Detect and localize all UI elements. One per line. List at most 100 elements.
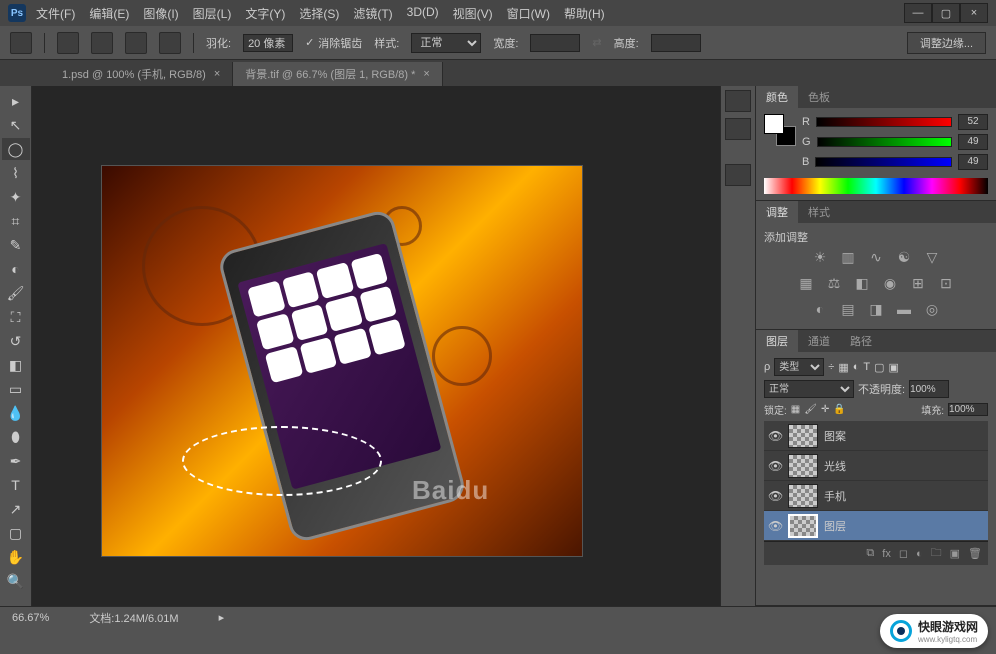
link-layers-icon[interactable]: ⧉: [866, 547, 874, 560]
invert-icon[interactable]: ◐: [811, 301, 829, 319]
menu-edit[interactable]: 编辑(E): [89, 5, 129, 22]
refine-edge-button[interactable]: 调整边缘...: [907, 32, 986, 54]
filter-smart-icon[interactable]: ▣: [889, 361, 899, 374]
brightness-icon[interactable]: ☀: [811, 249, 829, 267]
layer-style-icon[interactable]: fx: [882, 548, 891, 560]
crop-tool[interactable]: ⌗: [2, 210, 30, 232]
layer-thumbnail[interactable]: [788, 424, 818, 448]
dock-history-icon[interactable]: [725, 90, 751, 112]
gradient-map-icon[interactable]: ▬: [895, 301, 913, 319]
tab-color[interactable]: 颜色: [756, 86, 798, 108]
close-icon[interactable]: ×: [214, 68, 220, 80]
lookup-icon[interactable]: ⊡: [937, 275, 955, 293]
close-icon[interactable]: ×: [423, 68, 429, 80]
selective-color-icon[interactable]: ◎: [923, 301, 941, 319]
visibility-icon[interactable]: 👁: [768, 489, 782, 503]
filter-type-icon[interactable]: T: [863, 361, 870, 373]
menu-type[interactable]: 文字(Y): [245, 5, 285, 22]
subtract-selection-icon[interactable]: [125, 32, 147, 54]
lock-position-icon[interactable]: ✛: [821, 404, 829, 415]
filter-kind-select[interactable]: 类型: [774, 358, 824, 376]
tab-channels[interactable]: 通道: [798, 330, 840, 352]
posterize-icon[interactable]: ▤: [839, 301, 857, 319]
visibility-icon[interactable]: 👁: [768, 429, 782, 443]
layer-row[interactable]: 👁 光线: [764, 451, 988, 481]
filter-pixel-icon[interactable]: ▦: [838, 361, 848, 374]
menu-help[interactable]: 帮助(H): [564, 5, 605, 22]
minimize-button[interactable]: —: [904, 3, 932, 23]
dock-actions-icon[interactable]: [725, 118, 751, 140]
filter-adjust-icon[interactable]: ◐: [853, 361, 860, 373]
add-selection-icon[interactable]: [91, 32, 113, 54]
filter-shape-icon[interactable]: ▢: [874, 361, 884, 374]
maximize-button[interactable]: ▢: [932, 3, 960, 23]
marquee-tool[interactable]: ◯: [2, 138, 30, 160]
layer-row[interactable]: 👁 手机: [764, 481, 988, 511]
r-slider[interactable]: [816, 117, 952, 127]
dock-properties-icon[interactable]: [725, 164, 751, 186]
shape-tool[interactable]: ▢: [2, 522, 30, 544]
intersect-selection-icon[interactable]: [159, 32, 181, 54]
group-icon[interactable]: 🗀: [931, 544, 942, 563]
tab-layers[interactable]: 图层: [756, 330, 798, 352]
stamp-tool[interactable]: ⛶: [2, 306, 30, 328]
tab-swatches[interactable]: 色板: [798, 86, 840, 108]
move-tool[interactable]: ↖: [2, 114, 30, 136]
lasso-tool[interactable]: ⌇: [2, 162, 30, 184]
fill-input[interactable]: [948, 403, 988, 416]
g-value[interactable]: 49: [958, 134, 988, 150]
eraser-tool[interactable]: ◧: [2, 354, 30, 376]
menu-layer[interactable]: 图层(L): [193, 5, 232, 22]
canvas[interactable]: [102, 166, 582, 556]
close-button[interactable]: ×: [960, 3, 988, 23]
document-info[interactable]: 文档:1.24M/6.01M: [89, 610, 178, 626]
lock-all-icon[interactable]: 🔒: [833, 404, 845, 415]
style-select[interactable]: 正常: [411, 33, 481, 53]
marquee-selection[interactable]: [182, 426, 382, 496]
height-input[interactable]: [651, 34, 701, 52]
curves-icon[interactable]: ∿: [867, 249, 885, 267]
hand-tool[interactable]: ✋: [2, 546, 30, 568]
lock-transparency-icon[interactable]: ▦: [791, 404, 800, 415]
vibrance-icon[interactable]: ▽: [923, 249, 941, 267]
r-value[interactable]: 52: [958, 114, 988, 130]
menu-filter[interactable]: 滤镜(T): [353, 5, 392, 22]
tab-styles[interactable]: 样式: [798, 201, 840, 223]
heal-tool[interactable]: ◐: [2, 258, 30, 280]
document-tab[interactable]: 背景.tif @ 66.7% (图层 1, RGB/8) *×: [233, 62, 443, 86]
new-layer-icon[interactable]: ▣: [950, 547, 960, 560]
hue-icon[interactable]: ▦: [797, 275, 815, 293]
bw-icon[interactable]: ◧: [853, 275, 871, 293]
menu-window[interactable]: 窗口(W): [507, 5, 550, 22]
layer-thumbnail[interactable]: [788, 454, 818, 478]
g-slider[interactable]: [817, 137, 952, 147]
eyedropper-tool[interactable]: ✎: [2, 234, 30, 256]
layer-row[interactable]: 👁 图案: [764, 421, 988, 451]
layer-row[interactable]: 👁 图层: [764, 511, 988, 541]
menu-file[interactable]: 文件(F): [36, 5, 75, 22]
path-tool[interactable]: ↗: [2, 498, 30, 520]
canvas-area[interactable]: Baidu: [32, 86, 720, 606]
gradient-tool[interactable]: ▭: [2, 378, 30, 400]
threshold-icon[interactable]: ◨: [867, 301, 885, 319]
width-input[interactable]: [530, 34, 580, 52]
visibility-icon[interactable]: 👁: [768, 459, 782, 473]
b-value[interactable]: 49: [958, 154, 988, 170]
blend-mode-select[interactable]: 正常: [764, 380, 854, 398]
blur-tool[interactable]: 󠀠💧: [2, 402, 30, 424]
antialias-checkbox[interactable]: ✓消除锯齿: [305, 35, 362, 51]
menu-view[interactable]: 视图(V): [453, 5, 493, 22]
exposure-icon[interactable]: ☯: [895, 249, 913, 267]
b-slider[interactable]: [815, 157, 952, 167]
expand-icon[interactable]: ▸: [2, 90, 30, 112]
adjustment-layer-icon[interactable]: ◐: [916, 548, 923, 560]
zoom-tool[interactable]: 🔍: [2, 570, 30, 592]
history-brush-tool[interactable]: ↺: [2, 330, 30, 352]
levels-icon[interactable]: ▥: [839, 249, 857, 267]
brush-tool[interactable]: 🖌: [2, 282, 30, 304]
visibility-icon[interactable]: 👁: [768, 519, 782, 533]
photo-filter-icon[interactable]: ◉: [881, 275, 899, 293]
tool-preset-icon[interactable]: [10, 32, 32, 54]
dodge-tool[interactable]: ⬮: [2, 426, 30, 448]
opacity-input[interactable]: [909, 380, 949, 398]
